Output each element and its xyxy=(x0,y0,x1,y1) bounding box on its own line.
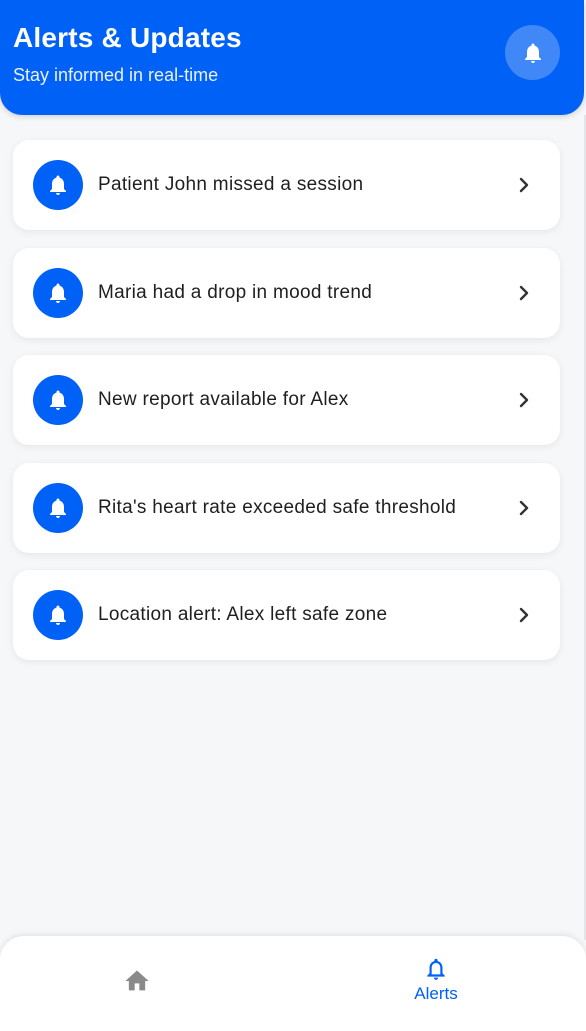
page-title: Alerts & Updates xyxy=(13,22,242,53)
bell-icon xyxy=(524,43,541,63)
alert-message: New report available for Alex xyxy=(98,389,349,410)
bottom-nav: Alerts xyxy=(0,936,586,1031)
app-root: Alerts & Updates Stay informed in real-t… xyxy=(0,0,586,1031)
bell-outline-icon xyxy=(427,958,445,980)
bell-icon xyxy=(50,390,66,410)
alert-card[interactable]: Location alert: Alex left safe zone xyxy=(13,570,560,660)
alert-card[interactable]: New report available for Alex xyxy=(13,355,560,445)
alert-message: Patient John missed a session xyxy=(98,174,364,195)
alert-message: Rita's heart rate exceeded safe threshol… xyxy=(98,497,457,518)
chevron-right-icon xyxy=(519,285,529,301)
chevron-right-icon xyxy=(519,607,529,623)
nav-item-alerts[interactable]: Alerts xyxy=(396,956,476,1016)
alert-card[interactable]: Patient John missed a session xyxy=(13,140,560,230)
alert-icon-badge xyxy=(33,375,83,425)
alert-message: Location alert: Alex left safe zone xyxy=(98,604,388,625)
nav-item-alerts-label: Alerts xyxy=(414,984,458,1003)
bell-icon xyxy=(50,175,66,195)
chevron-right-icon xyxy=(519,177,529,193)
alert-icon-badge xyxy=(33,590,83,640)
page-subtitle: Stay informed in real-time xyxy=(13,65,219,85)
home-icon xyxy=(125,970,149,991)
bell-icon xyxy=(50,283,66,303)
bell-icon xyxy=(50,498,66,518)
bell-icon xyxy=(50,605,66,625)
alert-message: Maria had a drop in mood trend xyxy=(98,282,373,303)
alert-icon-badge xyxy=(33,483,83,533)
notifications-button[interactable] xyxy=(505,25,560,80)
alert-icon-badge xyxy=(33,160,83,210)
chevron-right-icon xyxy=(519,500,529,516)
alert-card[interactable]: Rita's heart rate exceeded safe threshol… xyxy=(13,463,560,553)
alert-card[interactable]: Maria had a drop in mood trend xyxy=(13,248,560,338)
chevron-right-icon xyxy=(519,392,529,408)
alert-icon-badge xyxy=(33,268,83,318)
nav-item-home[interactable] xyxy=(112,961,162,1001)
header-bar: Alerts & Updates Stay informed in real-t… xyxy=(0,0,584,115)
